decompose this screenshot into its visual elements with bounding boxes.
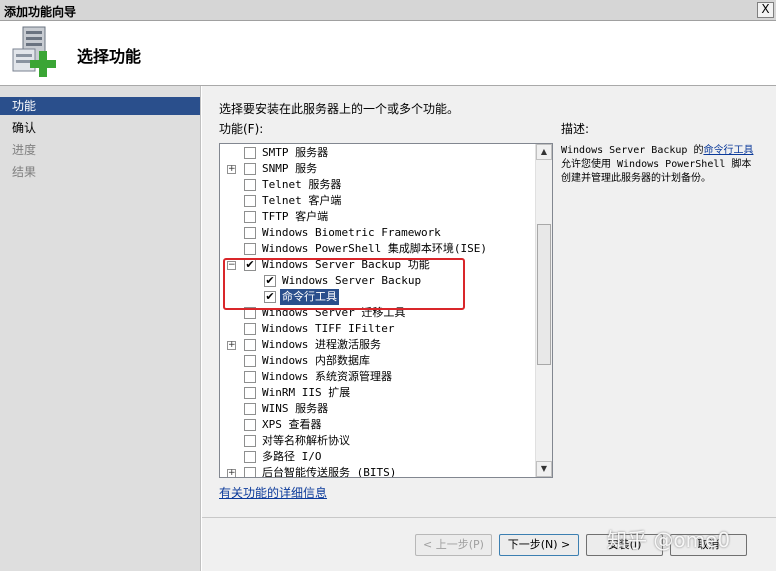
expand-icon[interactable]: + (227, 341, 236, 350)
page-title: 选择功能 (77, 47, 142, 66)
feature-checkbox[interactable] (244, 387, 256, 399)
feature-label: 对等名称解析协议 (262, 434, 350, 447)
feature-checkbox[interactable] (244, 195, 256, 207)
feature-row[interactable]: Windows PowerShell 集成脚本环境(ISE) (220, 241, 536, 257)
nav-step-confirm[interactable]: 确认 (0, 119, 200, 137)
feature-row[interactable]: Windows 内部数据库 (220, 353, 536, 369)
feature-label: Windows Biometric Framework (262, 226, 441, 239)
feature-row[interactable]: 多路径 I/O (220, 449, 536, 465)
feature-checkbox[interactable] (244, 243, 256, 255)
feature-label: 后台智能传送服务 (BITS) (262, 466, 397, 477)
wizard-header: 选择功能 (0, 21, 776, 86)
server-add-icon (12, 26, 56, 77)
feature-row[interactable]: SMTP 服务器 (220, 145, 536, 161)
feature-checkbox[interactable] (244, 451, 256, 463)
description-link[interactable]: 命令行工具 (703, 145, 753, 156)
feature-label: 多路径 I/O (262, 450, 322, 463)
intro-text: 选择要安装在此服务器上的一个或多个功能。 (219, 102, 460, 116)
scroll-down-icon[interactable]: ▼ (536, 461, 552, 477)
feature-row[interactable]: + SNMP 服务 (220, 161, 536, 177)
feature-row[interactable]: XPS 查看器 (220, 417, 536, 433)
feature-label: XPS 查看器 (262, 418, 322, 431)
features-tree-rows: SMTP 服务器 + SNMP 服务 Telnet 服务器 Telnet 客户端 TFTP… (220, 144, 536, 477)
feature-label: WINS 服务器 (262, 402, 329, 415)
feature-checkbox[interactable] (244, 323, 256, 335)
feature-row[interactable]: 对等名称解析协议 (220, 433, 536, 449)
feature-checkbox[interactable] (244, 467, 256, 477)
feature-row[interactable]: Windows TIFF IFilter (220, 321, 536, 337)
feature-label: Windows PowerShell 集成脚本环境(ISE) (262, 242, 487, 255)
feature-row[interactable]: Telnet 客户端 (220, 193, 536, 209)
next-button[interactable]: 下一步(N) > (499, 534, 579, 556)
features-tree[interactable]: SMTP 服务器 + SNMP 服务 Telnet 服务器 Telnet 客户端 TFTP… (219, 143, 553, 478)
feature-row[interactable]: + Windows 进程激活服务 (220, 337, 536, 353)
scrollbar-thumb[interactable] (537, 224, 551, 365)
feature-checkbox[interactable] (244, 163, 256, 175)
feature-checkbox[interactable] (244, 227, 256, 239)
description-panel: 描述: Windows Server Backup 的命令行工具允许您使用 Wi… (561, 120, 761, 186)
description-title: 描述: (561, 122, 590, 136)
feature-checkbox[interactable] (244, 371, 256, 383)
feature-label: Windows TIFF IFilter (262, 322, 395, 335)
feature-label: Windows 系统资源管理器 (262, 370, 392, 383)
more-info-link[interactable]: 有关功能的详细信息 (219, 484, 327, 501)
title-bar: 添加功能向导 X (0, 0, 776, 21)
expand-icon[interactable]: + (227, 469, 236, 477)
feature-checkbox[interactable] (244, 355, 256, 367)
feature-checkbox[interactable] (244, 179, 256, 191)
window-title: 添加功能向导 (4, 5, 77, 19)
feature-row[interactable]: WinRM IIS 扩展 (220, 385, 536, 401)
wizard-steps: 功能 确认 进度 结果 (0, 86, 201, 571)
feature-row[interactable]: TFTP 客户端 (220, 209, 536, 225)
feature-label: Telnet 客户端 (262, 194, 342, 207)
feature-label: Windows 进程激活服务 (262, 338, 381, 351)
feature-checkbox[interactable] (244, 435, 256, 447)
feature-label: WinRM IIS 扩展 (262, 386, 351, 399)
close-button[interactable]: X (757, 2, 774, 18)
description-text-before: Windows Server Backup 的 (561, 145, 704, 156)
feature-row[interactable]: Telnet 服务器 (220, 177, 536, 193)
watermark: 知乎 @ome0 (607, 528, 731, 552)
expand-icon[interactable]: + (227, 165, 236, 174)
description-text-after: 允许您使用 Windows PowerShell 脚本创建并管理此服务器的计划备… (561, 159, 752, 184)
description-text: Windows Server Backup 的命令行工具允许您使用 Window… (561, 144, 761, 186)
scroll-up-icon[interactable]: ▲ (536, 144, 552, 160)
feature-row[interactable]: Windows 系统资源管理器 (220, 369, 536, 385)
feature-label: SMTP 服务器 (262, 146, 329, 159)
feature-checkbox[interactable] (244, 147, 256, 159)
feature-row[interactable]: + 后台智能传送服务 (BITS) (220, 465, 536, 477)
nav-step-features[interactable]: 功能 (0, 97, 200, 115)
prev-button[interactable]: < 上一步(P) (415, 534, 492, 556)
nav-step-progress: 进度 (12, 143, 37, 157)
feature-row[interactable]: Windows Biometric Framework (220, 225, 536, 241)
highlight-box (223, 258, 465, 310)
feature-label: Windows 内部数据库 (262, 354, 370, 367)
features-label: 功能(F): (219, 122, 264, 136)
feature-row[interactable]: WINS 服务器 (220, 401, 536, 417)
feature-label: Telnet 服务器 (262, 178, 342, 191)
feature-label: SNMP 服务 (262, 162, 318, 175)
feature-checkbox[interactable] (244, 339, 256, 351)
feature-label: TFTP 客户端 (262, 210, 329, 223)
nav-step-results: 结果 (12, 165, 37, 179)
feature-checkbox[interactable] (244, 211, 256, 223)
features-scrollbar[interactable]: ▲ ▼ (535, 144, 552, 477)
feature-checkbox[interactable] (244, 403, 256, 415)
feature-checkbox[interactable] (244, 419, 256, 431)
